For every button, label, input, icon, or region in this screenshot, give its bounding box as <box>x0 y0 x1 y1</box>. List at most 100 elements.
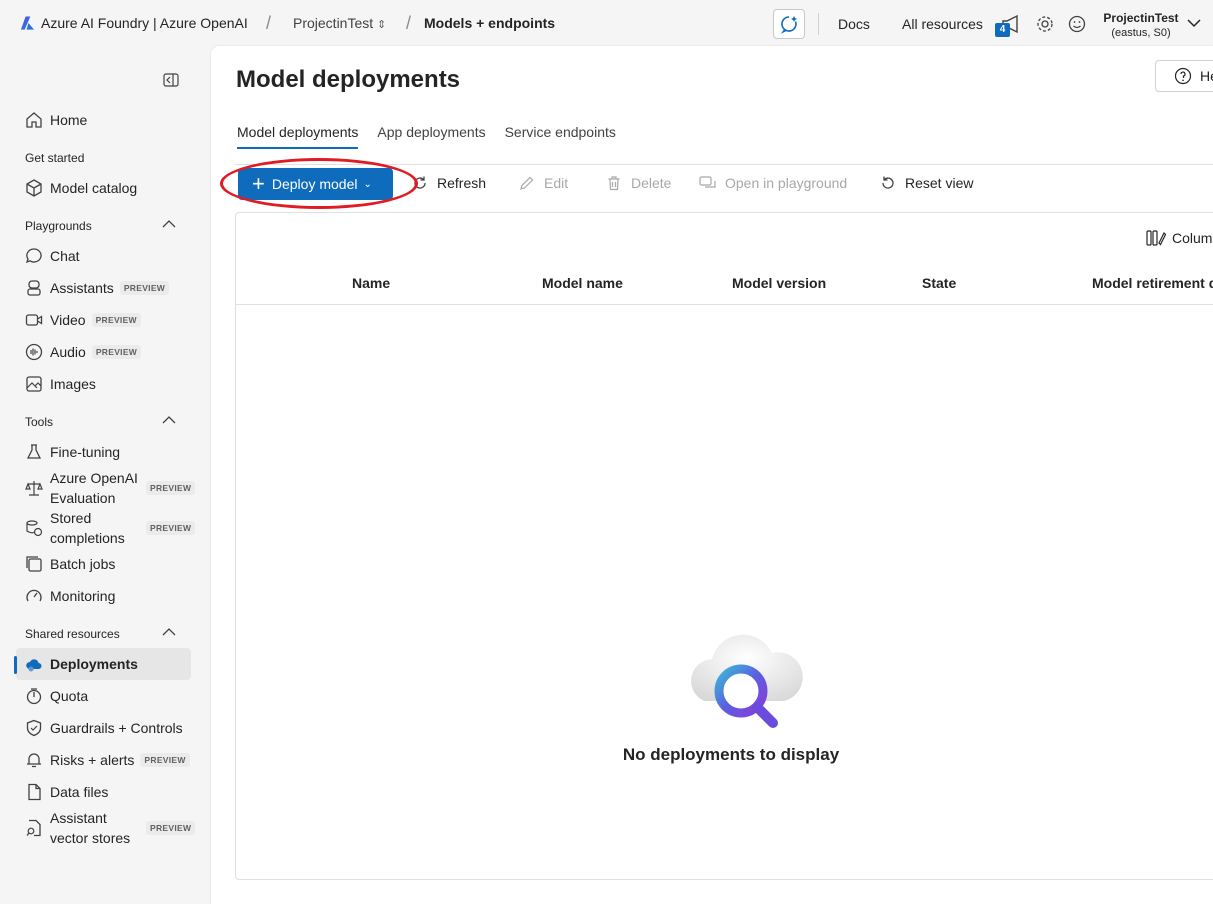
column-header-model-name[interactable]: Model name <box>542 275 623 291</box>
sidebar-item-label: Deployments <box>50 656 138 672</box>
section-title-get-started: Get started <box>25 151 85 165</box>
preview-badge: PREVIEW <box>91 313 141 327</box>
scale-icon <box>24 478 44 498</box>
refresh-icon <box>411 174 429 192</box>
preview-badge: PREVIEW <box>146 821 196 835</box>
sidebar-item-label: Audio <box>50 344 86 360</box>
sidebar-item-deployments[interactable]: Deployments <box>16 648 191 680</box>
breadcrumb-project-label: ProjectinTest <box>293 15 374 31</box>
video-icon <box>24 310 44 330</box>
column-header-name[interactable]: Name <box>352 275 390 291</box>
sidebar-item-chat[interactable]: Chat <box>16 240 191 272</box>
columns-button[interactable]: Colum <box>1146 229 1212 247</box>
chevron-up-icon[interactable] <box>162 627 176 637</box>
sidebar-item-label: Quota <box>50 688 89 704</box>
open-in-playground-button[interactable]: Open in playground <box>699 174 847 192</box>
sidebar-item-label: Monitoring <box>50 588 116 604</box>
sidebar-item-data-files[interactable]: Data files <box>16 776 191 808</box>
sidebar-item-stored-completions[interactable]: Stored completions PREVIEW <box>16 508 196 548</box>
preview-badge: PREVIEW <box>146 481 196 495</box>
chat-icon <box>24 246 44 266</box>
account-region: (eastus, S0) <box>1111 27 1171 39</box>
active-indicator <box>14 656 17 674</box>
app-title[interactable]: Azure AI Foundry | Azure OpenAI <box>41 15 248 31</box>
preview-badge: PREVIEW <box>140 753 190 767</box>
refresh-label: Refresh <box>437 175 487 191</box>
sidebar-item-label: Guardrails + Controls <box>50 720 183 736</box>
help-button[interactable]: He <box>1155 60 1213 92</box>
sidebar-item-batch-jobs[interactable]: Batch jobs <box>16 548 191 580</box>
deploy-model-button[interactable]: + Deploy model ⌄ <box>238 168 393 200</box>
delete-button[interactable]: Delete <box>605 174 671 192</box>
trash-icon <box>605 174 623 192</box>
account-switcher[interactable]: ProjectinTest (eastus, S0) <box>1097 11 1185 41</box>
page-title: Model deployments <box>236 66 461 93</box>
gear-icon[interactable] <box>1036 15 1054 33</box>
main-panel: Model deployments He Model deployments A… <box>211 46 1213 904</box>
sidebar-item-quota[interactable]: Quota <box>16 680 191 712</box>
tab-app-deployments[interactable]: App deployments <box>377 124 485 149</box>
sidebar-item-label: Chat <box>50 248 80 264</box>
sidebar-item-aoai-evaluation[interactable]: Azure OpenAI Evaluation PREVIEW <box>16 468 196 508</box>
column-header-state[interactable]: State <box>922 275 956 291</box>
sidebar-item-label: Model catalog <box>50 180 138 196</box>
breadcrumb-current-page: Models + endpoints <box>424 15 556 31</box>
reset-icon <box>879 174 897 192</box>
all-resources-link[interactable]: All resources <box>902 16 983 32</box>
collapse-sidebar-icon[interactable] <box>163 73 179 87</box>
preview-badge: PREVIEW <box>119 281 170 295</box>
top-bar: Azure AI Foundry | Azure OpenAI / Projec… <box>0 0 1213 46</box>
sidebar-item-assistants[interactable]: Assistants PREVIEW <box>16 272 191 304</box>
tab-service-endpoints[interactable]: Service endpoints <box>505 124 616 149</box>
columns-label: Colum <box>1172 230 1213 246</box>
section-title-shared-resources: Shared resources <box>25 627 120 641</box>
chevron-updown-icon: ⇕ <box>377 19 387 31</box>
cube-icon <box>24 178 44 198</box>
sidebar-item-label: Video <box>50 312 86 328</box>
column-header-model-version[interactable]: Model version <box>732 275 826 291</box>
tab-list: Model deployments App deployments Servic… <box>237 124 635 149</box>
chevron-up-icon[interactable] <box>162 219 176 229</box>
column-header-model-retirement[interactable]: Model retirement d <box>1092 275 1213 291</box>
sidebar-item-model-catalog[interactable]: Model catalog <box>16 172 191 204</box>
chevron-down-icon[interactable] <box>1186 17 1202 29</box>
breadcrumb-project[interactable]: ProjectinTest ⇕ <box>293 15 386 31</box>
gauge-icon <box>24 586 44 606</box>
sidebar-item-fine-tuning[interactable]: Fine-tuning <box>16 436 191 468</box>
section-title-playgrounds: Playgrounds <box>25 219 92 233</box>
divider <box>818 13 819 35</box>
refresh-button[interactable]: Refresh <box>411 174 486 192</box>
chevron-up-icon[interactable] <box>162 415 176 425</box>
sidebar-item-assistant-vector-stores[interactable]: Assistant vector stores PREVIEW <box>16 808 196 848</box>
shield-icon <box>24 718 44 738</box>
sidebar-item-label: Azure OpenAI Evaluation <box>50 470 138 506</box>
sidebar-item-home[interactable]: Home <box>16 104 191 136</box>
preview-badge: PREVIEW <box>146 521 196 535</box>
batch-icon <box>24 554 44 574</box>
table-header-row: Name Model name Model version State Mode… <box>236 261 1213 305</box>
sidebar-item-monitoring[interactable]: Monitoring <box>16 580 191 612</box>
tab-model-deployments[interactable]: Model deployments <box>237 124 359 149</box>
copilot-button[interactable] <box>773 9 805 39</box>
notification-badge: 4 <box>995 23 1010 37</box>
sidebar-item-guardrails[interactable]: Guardrails + Controls <box>16 712 191 744</box>
sidebar-item-label: Images <box>50 376 96 392</box>
quota-icon <box>24 686 44 706</box>
sidebar-item-images[interactable]: Images <box>16 368 191 400</box>
sidebar-item-label: Batch jobs <box>50 556 116 572</box>
home-icon <box>24 110 44 130</box>
reset-view-button[interactable]: Reset view <box>879 174 973 192</box>
sidebar-item-risks-alerts[interactable]: Risks + alerts PREVIEW <box>16 744 191 776</box>
empty-state-cloud-search-icon <box>691 634 803 728</box>
toolbar: + Deploy model ⌄ Refresh Edit Delete Ope… <box>235 164 1213 202</box>
docs-link[interactable]: Docs <box>838 16 870 32</box>
sidebar-item-label: Stored completions <box>50 510 125 546</box>
azure-ai-foundry-logo <box>20 16 35 30</box>
deployments-table: Colum Name Model name Model version Stat… <box>235 212 1213 880</box>
sidebar-item-audio[interactable]: Audio PREVIEW <box>16 336 191 368</box>
audio-wave-icon <box>24 342 44 362</box>
edit-button[interactable]: Edit <box>518 174 568 192</box>
feedback-smiley-icon[interactable] <box>1068 15 1086 33</box>
chevron-down-icon: ⌄ <box>363 178 372 190</box>
sidebar-item-video[interactable]: Video PREVIEW <box>16 304 191 336</box>
